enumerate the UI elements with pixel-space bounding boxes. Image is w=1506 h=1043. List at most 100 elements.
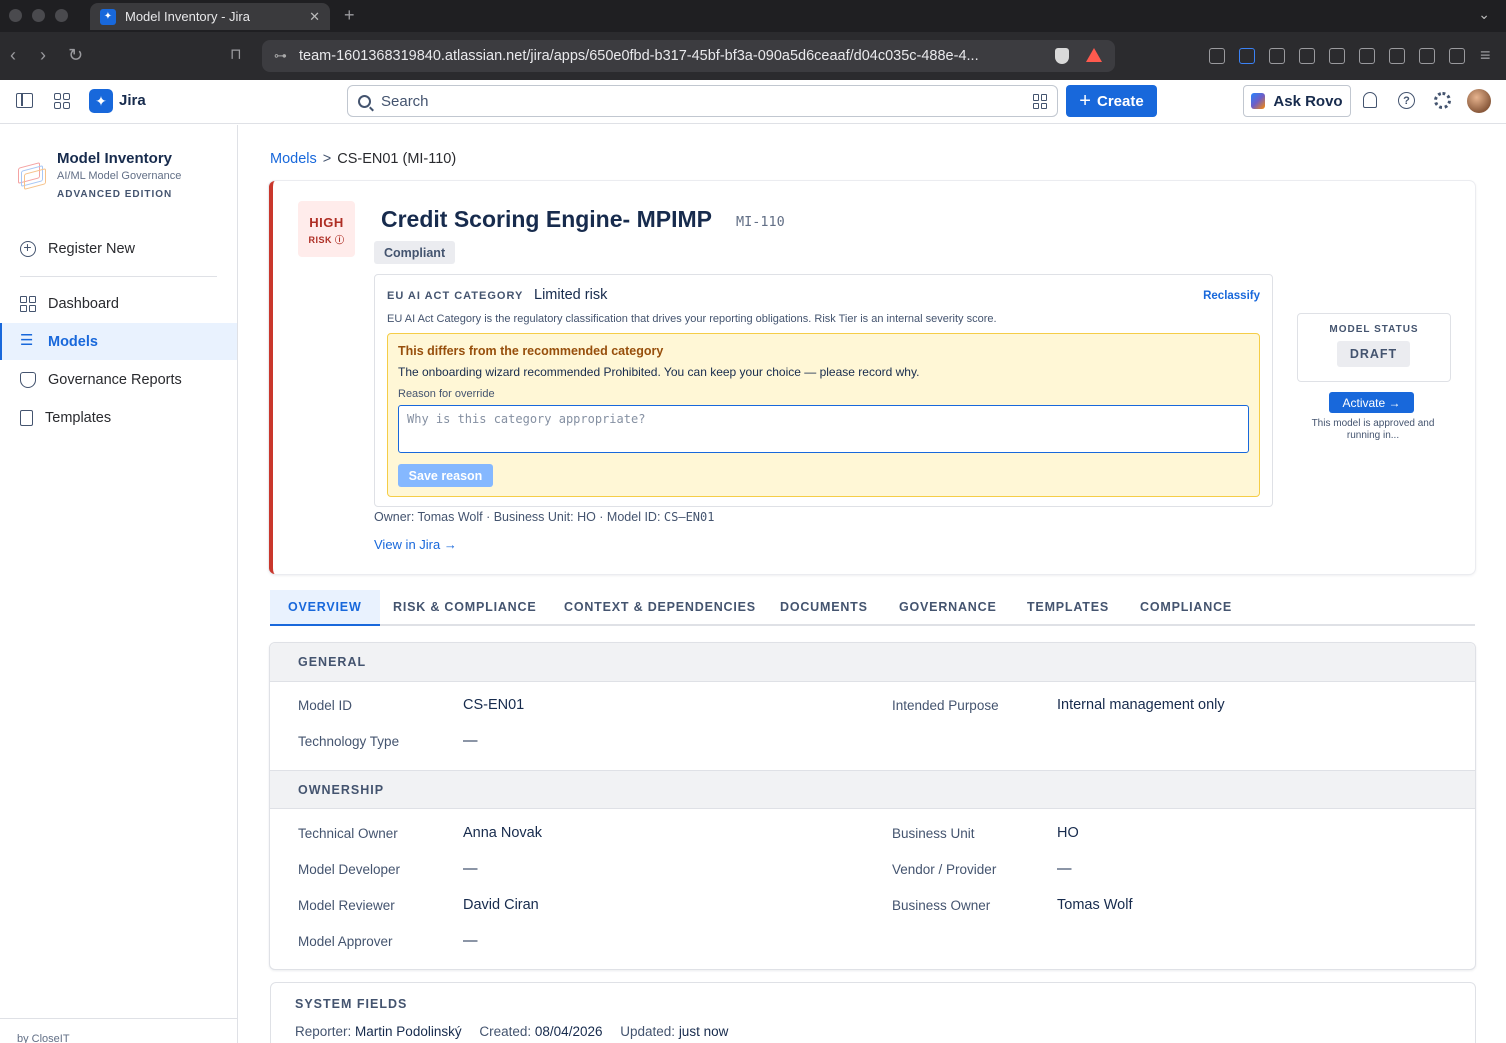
back-icon[interactable]: ‹ xyxy=(10,44,16,66)
create-button[interactable]: + Create xyxy=(1066,85,1157,117)
save-reason-button[interactable]: Save reason xyxy=(398,464,493,487)
help-icon[interactable]: ? xyxy=(1398,92,1415,109)
eu-category-label: EU AI ACT CATEGORY xyxy=(387,290,524,302)
system-fields-card: SYSTEM FIELDS Reporter: Martin Podolinsk… xyxy=(270,982,1476,1043)
field-value: Tomas Wolf xyxy=(1057,897,1133,913)
reclassify-link[interactable]: Reclassify xyxy=(1203,290,1260,302)
forward-icon[interactable]: › xyxy=(40,44,46,66)
owner-summary: Owner: Tomas Wolf · Business Unit: HO · … xyxy=(374,510,714,524)
field-value: David Ciran xyxy=(463,897,539,913)
sidebar-item-label: Governance Reports xyxy=(48,371,182,388)
bookmark-icon[interactable]: ⊓ xyxy=(230,44,242,66)
wallet-icon[interactable] xyxy=(1389,48,1405,64)
browser-menu-icon[interactable]: ≡ xyxy=(1480,44,1491,66)
create-label: Create xyxy=(1096,92,1144,110)
product-name[interactable]: Jira xyxy=(119,92,146,109)
tab-overview[interactable]: OVERVIEW xyxy=(270,590,380,626)
field-label: Intended Purpose xyxy=(892,698,999,713)
close-tab-icon[interactable]: ✕ xyxy=(309,9,320,25)
owner-summary-text: Owner: Tomas Wolf · Business Unit: HO · … xyxy=(374,510,664,524)
risk-badge[interactable]: HIGH RISK ⓘ xyxy=(298,201,355,257)
browser-tab-title: Model Inventory - Jira xyxy=(125,9,250,24)
sidebar-item-governance-reports[interactable]: Governance Reports xyxy=(0,361,237,398)
minimize-window-icon[interactable] xyxy=(32,9,45,22)
system-fields-heading: SYSTEM FIELDS xyxy=(295,997,408,1011)
tab-context-dependencies[interactable]: CONTEXT & DEPENDENCIES xyxy=(564,590,756,624)
sidebar-item-models[interactable]: Models xyxy=(0,323,237,360)
breadcrumb-models-link[interactable]: Models xyxy=(270,151,317,167)
extension-icon[interactable] xyxy=(1209,48,1225,64)
address-bar[interactable]: ⊶ team-1601368319840.atlassian.net/jira/… xyxy=(262,40,1115,72)
dashboard-icon xyxy=(20,295,36,312)
system-fields-line: Reporter: Martin Podolinský Created: 08/… xyxy=(295,1024,728,1039)
reporter-value: Martin Podolinský xyxy=(355,1024,462,1039)
browser-toolbar: ‹ › ↻ ⊓ ⊶ team-1601368319840.atlassian.n… xyxy=(0,32,1506,80)
tab-documents[interactable]: DOCUMENTS xyxy=(780,590,868,624)
app-switcher-icon[interactable] xyxy=(54,93,70,109)
tab-list-chevron-icon[interactable]: ⌄ xyxy=(1478,6,1490,23)
sidebar-panel-icon[interactable] xyxy=(1359,48,1375,64)
field-value: HO xyxy=(1057,825,1079,841)
risk-level: HIGH xyxy=(309,215,344,230)
eu-category-description: EU AI Act Category is the regulatory cla… xyxy=(387,313,997,325)
sidebar-item-templates[interactable]: Templates xyxy=(0,399,237,436)
maximize-window-icon[interactable] xyxy=(55,9,68,22)
jira-favicon-icon: ✦ xyxy=(100,8,116,25)
sidebar-item-label: Models xyxy=(48,333,98,350)
brave-shields-icon[interactable] xyxy=(1055,48,1069,64)
search-placeholder: Search xyxy=(381,92,429,110)
jira-logo-icon[interactable]: ✦ xyxy=(89,89,113,113)
vpn-shield-icon[interactable] xyxy=(1449,48,1465,64)
field-label: Vendor / Provider xyxy=(892,862,997,877)
sidebar-item-register-new[interactable]: Register New xyxy=(0,230,237,267)
ownership-section-heading: OWNERSHIP xyxy=(270,770,1475,809)
sidebar-footer: by CloseIT xyxy=(0,1018,237,1043)
model-title: Credit Scoring Engine- MPIMP xyxy=(381,206,712,232)
reload-icon[interactable]: ↻ xyxy=(68,44,83,66)
leo-ai-icon[interactable] xyxy=(1419,48,1435,64)
site-info-icon[interactable]: ⊶ xyxy=(274,48,287,64)
field-value: Anna Novak xyxy=(463,825,542,841)
tab-compliance[interactable]: COMPLIANCE xyxy=(1140,590,1232,624)
warning-title: This differs from the recommended catego… xyxy=(398,344,664,358)
updated-label: Updated: xyxy=(620,1024,676,1039)
jira-top-nav: ✦ Jira Search + Create Ask Rovo ? xyxy=(0,80,1506,124)
tab-risk-compliance[interactable]: RISK & COMPLIANCE xyxy=(393,590,536,624)
new-tab-icon[interactable]: + xyxy=(344,5,355,26)
created-label: Created: xyxy=(479,1024,532,1039)
view-in-jira-link[interactable]: View in Jira → xyxy=(374,537,457,552)
ask-rovo-button[interactable]: Ask Rovo xyxy=(1243,85,1351,117)
field-value: CS-EN01 xyxy=(463,697,525,713)
eu-ai-act-panel: EU AI ACT CATEGORY Limited risk Reclassi… xyxy=(374,274,1273,507)
notifications-bell-icon[interactable] xyxy=(1363,92,1377,108)
extensions-puzzle-icon[interactable] xyxy=(1299,48,1315,64)
breadcrumb-current: CS-EN01 (MI-110) xyxy=(337,151,457,167)
search-filters-icon[interactable] xyxy=(1033,94,1048,109)
brave-rewards-icon[interactable] xyxy=(1086,48,1102,62)
tab-templates[interactable]: TEMPLATES xyxy=(1027,590,1109,624)
overview-card: GENERAL Model ID CS-EN01 Intended Purpos… xyxy=(269,642,1476,970)
browser-tab[interactable]: ✦ Model Inventory - Jira ✕ xyxy=(90,3,330,30)
updated-value: just now xyxy=(678,1024,729,1039)
extension-tag-icon[interactable] xyxy=(1239,48,1255,64)
user-avatar[interactable] xyxy=(1467,89,1491,113)
sidebar-item-dashboard[interactable]: Dashboard xyxy=(0,285,237,322)
rovo-label: Ask Rovo xyxy=(1273,92,1343,110)
status-label: MODEL STATUS xyxy=(1329,324,1419,335)
field-value: Internal management only xyxy=(1057,697,1225,713)
close-window-icon[interactable] xyxy=(9,9,22,22)
sidebar-toggle-icon[interactable] xyxy=(16,93,33,108)
detail-tabs: OVERVIEW RISK & COMPLIANCE CONTEXT & DEP… xyxy=(270,590,1475,626)
extension-media-icon[interactable] xyxy=(1269,48,1285,64)
model-status-box: MODEL STATUS DRAFT xyxy=(1297,313,1451,382)
downloads-icon[interactable] xyxy=(1329,48,1345,64)
activate-button[interactable]: Activate → xyxy=(1329,392,1414,413)
tab-governance[interactable]: GOVERNANCE xyxy=(899,590,997,624)
field-label: Technical Owner xyxy=(298,826,398,841)
settings-gear-icon[interactable] xyxy=(1434,92,1451,109)
reporter-label: Reporter: xyxy=(295,1024,352,1039)
url-text: team-1601368319840.atlassian.net/jira/ap… xyxy=(299,48,979,64)
field-label: Model Reviewer xyxy=(298,898,395,913)
search-input[interactable]: Search xyxy=(347,85,1058,117)
override-reason-textarea[interactable] xyxy=(398,405,1249,453)
